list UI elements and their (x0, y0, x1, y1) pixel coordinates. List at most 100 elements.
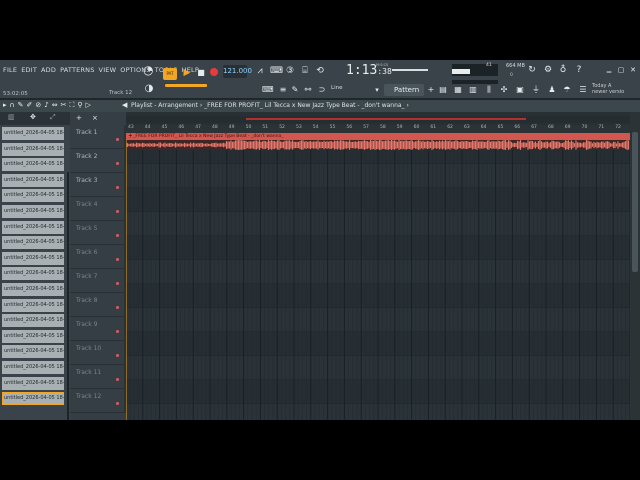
typing-keyboard-icon[interactable]: ⌨ (262, 85, 274, 95)
track-header[interactable]: Track 2 (70, 149, 126, 173)
track-header[interactable]: Track 7 (70, 269, 126, 293)
touch-keyboard-icon[interactable]: ♟ (547, 85, 557, 95)
ruler-bar-number[interactable]: 63 (464, 125, 470, 130)
add-track-icon[interactable]: + (76, 114, 82, 122)
browser-icon[interactable]: ▣ (515, 85, 525, 95)
piano-roll-icon[interactable]: ▦ (453, 85, 463, 95)
metronome-icon[interactable]: ⩘ (255, 66, 265, 76)
scroll-thumb[interactable] (632, 132, 638, 272)
track-header[interactable]: Track 4 (70, 197, 126, 221)
menu-patterns[interactable]: PATTERNS (60, 66, 94, 74)
track-status-dot[interactable] (116, 234, 119, 237)
track-status-dot[interactable] (116, 330, 119, 333)
arrangement-grid[interactable]: 43 44 45 46 47 48 49 50 51 52 53 54 55 56 57 58 59 60 61 62… (126, 112, 630, 420)
playback-tool-icon[interactable]: ▷ (86, 101, 91, 110)
ruler-bar-number[interactable]: 62 (447, 125, 453, 130)
chevron-down-icon[interactable]: ▾ (372, 85, 382, 95)
track-header[interactable]: Track 5 (70, 221, 126, 245)
delete-tool-icon[interactable]: ⊘ (35, 101, 41, 110)
ruler-bar-number[interactable]: 58 (380, 125, 386, 130)
master-pitch-knob-icon[interactable]: ◑ (144, 84, 154, 94)
track-header[interactable]: Track 6 (70, 245, 126, 269)
channel-rack-icon[interactable]: ▥ (468, 85, 478, 95)
track-status-dot[interactable] (116, 402, 119, 405)
browser-file-item[interactable]: untitled_2026-04-05 18- (2, 329, 64, 343)
browser-file-item[interactable]: untitled_2026-04-05 18- (2, 251, 64, 265)
track-status-dot[interactable] (116, 378, 119, 381)
browser-file-item[interactable]: untitled_2026-04-05 18- (2, 345, 64, 359)
step-edit-icon[interactable]: ⌸ (300, 66, 310, 76)
paint-tool-icon[interactable]: ✐ (27, 101, 33, 110)
master-volume-knob-icon[interactable]: ◔ (143, 64, 153, 76)
browser-file-item[interactable]: untitled_2026-04-05 18- (2, 236, 64, 250)
track-header[interactable]: Track 8 (70, 293, 126, 317)
track-header[interactable]: Track 11 (70, 365, 126, 389)
browser-file-item[interactable]: untitled_2026-04-05 18- (2, 220, 64, 234)
blend-notes-icon[interactable]: ≡ (278, 85, 288, 95)
ruler-bar-number[interactable]: 46 (178, 125, 184, 130)
ruler-bar-number[interactable]: 60 (414, 125, 420, 130)
browser-file-item[interactable]: untitled_2026-04-05 18- (2, 283, 64, 296)
mute-tool-icon[interactable]: ♪ (44, 101, 48, 110)
browser-file-item[interactable]: untitled_2026-04-05 18- (2, 298, 64, 312)
ruler-bar-number[interactable]: 69 (565, 125, 571, 130)
ruler-bar-number[interactable]: 48 (212, 125, 218, 130)
speaker-icon[interactable]: ◀ (122, 101, 127, 109)
browser-tab-recent-icon[interactable]: ⤢ (50, 113, 56, 122)
menu-file[interactable]: FILE (3, 66, 17, 74)
playlist-vertical-scrollbar[interactable] (630, 112, 640, 420)
ruler-bar-number[interactable]: 47 (195, 125, 201, 130)
pat-song-toggle[interactable]: PAT SONG (163, 68, 177, 88)
help-icon[interactable]: ? (574, 65, 584, 75)
track-status-dot[interactable] (116, 210, 119, 213)
plugin-icon[interactable]: ⏚ (531, 85, 541, 95)
ruler-bar-number[interactable]: 51 (262, 125, 268, 130)
plugin-picker-icon[interactable]: ✣ (499, 85, 509, 95)
ruler-bar-number[interactable]: 70 (582, 125, 588, 130)
track-header[interactable]: Track 3 (70, 173, 126, 197)
snap-selector[interactable]: Line (331, 85, 342, 91)
browser-file-item[interactable]: untitled_2026-04-05 18- (2, 189, 64, 203)
ruler-bar-number[interactable]: 49 (229, 125, 235, 130)
audio-clip-title[interactable]: ┿ _FREE FOR PROFIT_ Lil Tecca x New Jazz… (126, 133, 630, 140)
ruler-bar-number[interactable]: 72 (615, 125, 621, 130)
audio-editor-icon[interactable]: ☰ (578, 85, 588, 95)
ruler-bar-number[interactable]: 43 (128, 125, 134, 130)
pencil-icon[interactable]: ✎ (290, 85, 300, 95)
track-header[interactable]: Track 12 (70, 389, 126, 413)
playlist-grid[interactable] (126, 140, 630, 420)
ruler-bar-number[interactable]: 53 (296, 125, 302, 130)
microphone-icon[interactable]: ♁ (558, 65, 568, 75)
wait-for-input-icon[interactable]: ⌨ (270, 66, 283, 76)
ruler-bar-number[interactable]: 57 (363, 125, 369, 130)
browser-file-item[interactable]: untitled_2026-04-05 18- (2, 392, 64, 406)
menu-view[interactable]: VIEW (99, 66, 117, 74)
link-icon[interactable]: ⚯ (303, 85, 313, 95)
select-tool-icon[interactable]: ⛶ (69, 101, 74, 110)
ruler-bar-number[interactable]: 71 (598, 125, 604, 130)
track-header[interactable]: Track 10 (70, 341, 126, 365)
draw-tool-icon[interactable]: ✎ (18, 101, 24, 110)
playlist-menu-icon[interactable]: ▸ (3, 101, 7, 110)
track-status-dot[interactable] (116, 282, 119, 285)
undo-icon[interactable]: ↻ (527, 65, 537, 75)
zoom-tool-icon[interactable]: ⚲ (77, 101, 82, 110)
tempo-display[interactable]: 121.000 (223, 65, 252, 78)
ruler-bar-number[interactable]: 54 (313, 125, 319, 130)
menu-add[interactable]: ADD (41, 66, 56, 74)
browser-tab-all-icon[interactable]: ▥ (8, 113, 15, 121)
browser-scrollbar[interactable] (67, 172, 69, 420)
ruler-bar-number[interactable]: 68 (548, 125, 554, 130)
stop-button[interactable]: ■ (195, 67, 207, 79)
mixer-icon[interactable]: ⫼ (484, 85, 494, 95)
track-header[interactable]: Track 1 (70, 125, 126, 149)
browser-file-item[interactable]: untitled_2026-04-05 18- (2, 205, 64, 218)
playlist-icon[interactable]: ▤ (438, 85, 448, 95)
menu-edit[interactable]: EDIT (21, 66, 37, 74)
minimize-icon[interactable]: ▁ (604, 65, 614, 75)
track-status-dot[interactable] (116, 186, 119, 189)
close-icon[interactable]: ✕ (628, 65, 638, 75)
add-pattern-icon[interactable]: + (426, 85, 436, 95)
magnet-snap-icon[interactable]: ⊃ (317, 85, 327, 95)
pattern-selector[interactable]: Pattern 1 (384, 84, 424, 106)
